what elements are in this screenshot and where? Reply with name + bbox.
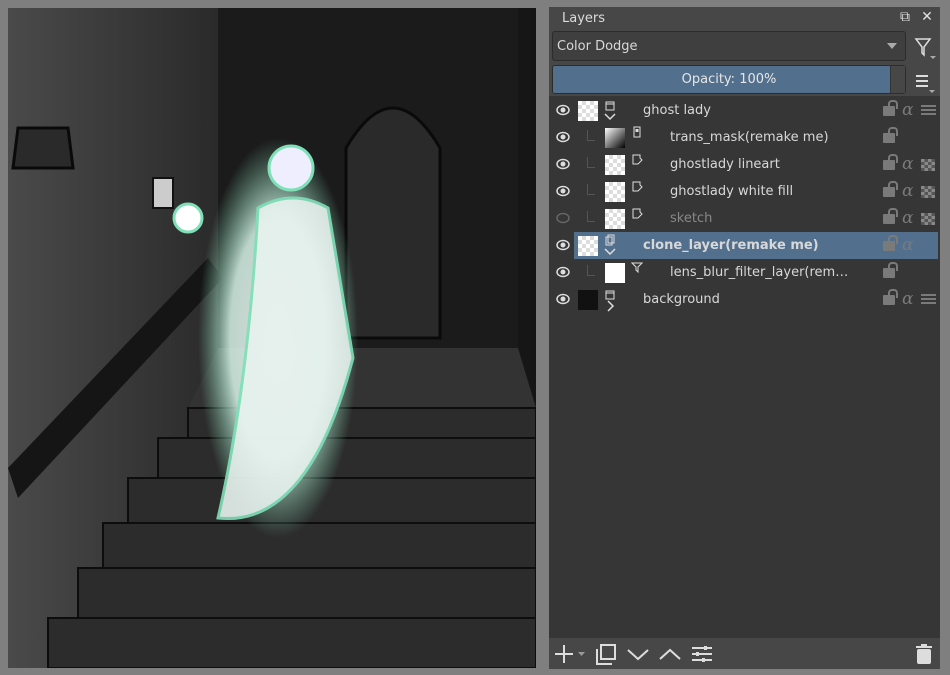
tree-branch bbox=[587, 265, 595, 276]
layer-name: ghostlady lineart bbox=[670, 157, 780, 172]
eye-hidden-icon[interactable] bbox=[556, 212, 570, 224]
opacity-slider[interactable]: Opacity: 100% bbox=[552, 65, 906, 94]
alpha-lock-icon[interactable]: α bbox=[902, 100, 913, 120]
inherit-alpha-icon[interactable] bbox=[921, 159, 935, 171]
clone-icon bbox=[604, 234, 616, 246]
layer-toolbar bbox=[549, 638, 940, 669]
layer-thumbnail bbox=[578, 101, 598, 121]
menu-icon[interactable] bbox=[913, 71, 935, 93]
tree-branch bbox=[587, 211, 595, 222]
layer-name: ghost lady bbox=[643, 103, 711, 118]
layer-thumbnail bbox=[605, 209, 625, 229]
lock-icon[interactable] bbox=[883, 268, 895, 278]
opacity-spinner[interactable] bbox=[890, 66, 905, 93]
docker-title: Layers bbox=[562, 11, 605, 26]
paint-icon bbox=[631, 153, 643, 165]
paint-icon bbox=[631, 207, 643, 219]
layer-thumbnail bbox=[605, 263, 625, 283]
opacity-value: Opacity: 100% bbox=[682, 72, 777, 87]
layer-row[interactable]: ghostlady lineart α bbox=[549, 151, 940, 178]
ghost-lady-artwork bbox=[8, 8, 536, 668]
tree-branch bbox=[587, 130, 595, 141]
move-layer-down-icon[interactable] bbox=[627, 643, 649, 665]
alpha-lock-icon[interactable]: α bbox=[902, 154, 913, 174]
layer-name: lens_blur_filter_layer(rem… bbox=[670, 265, 848, 280]
layer-row[interactable]: trans_mask(remake me) bbox=[549, 124, 940, 151]
layer-thumbnail bbox=[578, 236, 598, 256]
inherit-alpha-icon[interactable] bbox=[921, 186, 935, 198]
layer-properties-icon[interactable] bbox=[691, 643, 713, 665]
layer-name: ghostlady white fill bbox=[670, 184, 793, 199]
layer-name: clone_layer(remake me) bbox=[643, 238, 819, 253]
layer-thumbnail bbox=[578, 290, 598, 310]
image-canvas[interactable] bbox=[8, 8, 536, 668]
layer-row[interactable]: lens_blur_filter_layer(rem… bbox=[549, 259, 940, 286]
eye-icon[interactable] bbox=[556, 158, 570, 170]
delete-layer-icon[interactable] bbox=[913, 643, 935, 665]
eye-icon[interactable] bbox=[556, 185, 570, 197]
pass-through-icon[interactable] bbox=[921, 105, 936, 117]
layer-list[interactable]: ghost lady α trans_mask(remake me) ghostlad… bbox=[549, 96, 940, 638]
alpha-lock-icon[interactable]: α bbox=[902, 289, 913, 309]
layer-thumbnail bbox=[605, 182, 625, 202]
group-icon bbox=[604, 99, 616, 111]
transparency-mask-icon bbox=[631, 126, 643, 138]
layer-row[interactable]: background α bbox=[549, 286, 940, 313]
filter-icon[interactable] bbox=[913, 35, 937, 61]
lock-icon[interactable] bbox=[883, 241, 895, 251]
float-docker-icon[interactable]: ⧉ bbox=[896, 9, 914, 27]
blend-mode-select[interactable]: Color Dodge bbox=[552, 31, 906, 61]
layer-thumbnail bbox=[605, 128, 625, 148]
layer-thumbnail bbox=[605, 155, 625, 175]
tree-branch bbox=[587, 157, 595, 168]
layers-docker: Layers ⧉ ✕ Color Dodge Opacity: 100% gho… bbox=[549, 7, 940, 669]
group-icon bbox=[604, 288, 616, 300]
eye-icon[interactable] bbox=[556, 104, 570, 116]
layer-row[interactable]: ghostlady white fill α bbox=[549, 178, 940, 205]
layer-row[interactable]: sketch α bbox=[549, 205, 940, 232]
layer-name: background bbox=[643, 292, 720, 307]
eye-icon[interactable] bbox=[556, 131, 570, 143]
expand-chevron-icon[interactable] bbox=[604, 300, 616, 312]
add-layer-icon[interactable] bbox=[554, 643, 576, 665]
close-icon[interactable]: ✕ bbox=[918, 9, 936, 27]
lock-icon[interactable] bbox=[883, 133, 895, 143]
alpha-lock-icon[interactable]: α bbox=[902, 181, 913, 201]
layer-name: sketch bbox=[670, 211, 712, 226]
duplicate-layer-icon[interactable] bbox=[595, 643, 617, 665]
layer-name: trans_mask(remake me) bbox=[670, 130, 829, 145]
chevron-down-icon bbox=[887, 43, 897, 49]
move-layer-up-icon[interactable] bbox=[659, 643, 681, 665]
alpha-lock-icon[interactable]: α bbox=[902, 235, 913, 255]
inherit-alpha-icon[interactable] bbox=[921, 213, 935, 225]
collapse-chevron-icon[interactable] bbox=[604, 246, 616, 258]
lock-icon[interactable] bbox=[883, 214, 895, 224]
add-layer-dropdown-icon[interactable] bbox=[577, 643, 587, 665]
paint-icon bbox=[631, 180, 643, 192]
collapse-chevron-icon[interactable] bbox=[604, 111, 616, 123]
lock-icon[interactable] bbox=[883, 160, 895, 170]
pass-through-icon[interactable] bbox=[921, 294, 936, 306]
blend-mode-value: Color Dodge bbox=[557, 39, 638, 54]
tree-branch bbox=[587, 184, 595, 195]
eye-icon[interactable] bbox=[556, 266, 570, 278]
layer-row[interactable]: ghost lady α bbox=[549, 97, 940, 124]
layer-row[interactable]: clone_layer(remake me) α bbox=[549, 232, 940, 259]
alpha-lock-icon[interactable]: α bbox=[902, 208, 913, 228]
lock-icon[interactable] bbox=[883, 187, 895, 197]
eye-icon[interactable] bbox=[556, 239, 570, 251]
lock-icon[interactable] bbox=[883, 295, 895, 305]
filter-mask-icon bbox=[631, 261, 643, 273]
eye-icon[interactable] bbox=[556, 293, 570, 305]
lock-icon[interactable] bbox=[883, 106, 895, 116]
